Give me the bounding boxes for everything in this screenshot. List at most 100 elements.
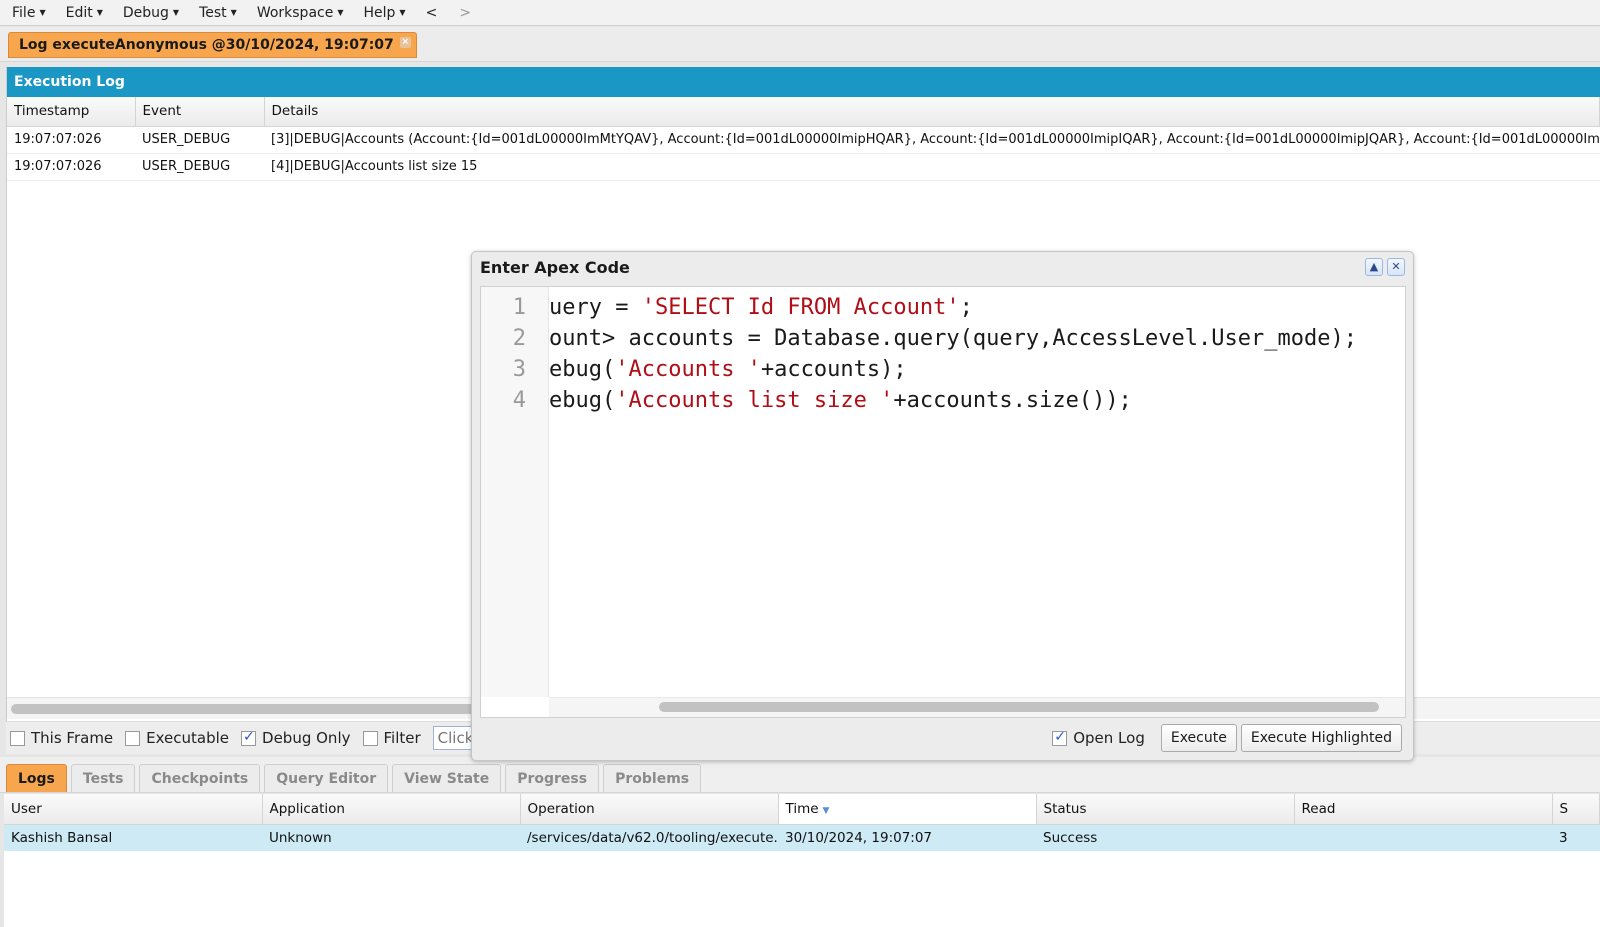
code-content[interactable]: uery = 'SELECT Id FROM Account'; ount> ac…: [549, 292, 1357, 416]
close-icon[interactable]: ✕: [1387, 258, 1405, 276]
tab-logs[interactable]: Logs: [6, 764, 67, 792]
menu-debug[interactable]: Debug ▼: [123, 5, 179, 21]
checkbox-open-log[interactable]: [1052, 729, 1068, 746]
caret-down-icon: ▼: [399, 8, 406, 17]
menu-edit[interactable]: Edit ▼: [66, 5, 103, 21]
debug-only-checkbox[interactable]: Debug Only: [241, 729, 351, 747]
column-header-operation[interactable]: Operation: [520, 794, 779, 825]
tab-problems[interactable]: Problems: [603, 764, 702, 792]
string-literal: 'Accounts list size ': [615, 388, 894, 413]
filter-label: Filter: [383, 729, 421, 747]
menu-file-label: File: [12, 4, 36, 21]
tab-checkpoints[interactable]: Checkpoints: [139, 764, 261, 792]
debug-only-label: Debug Only: [262, 729, 351, 747]
executable-checkbox[interactable]: Executable: [125, 729, 229, 747]
code-editor[interactable]: 1 2 3 4 uery = 'SELECT Id FROM Account';…: [480, 286, 1406, 718]
time-header-label: Time: [785, 800, 819, 817]
tab-tests[interactable]: Tests: [70, 764, 136, 792]
forward-button[interactable]: >: [459, 5, 471, 21]
open-log-checkbox[interactable]: Open Log: [1052, 729, 1145, 747]
caret-down-icon: ▼: [337, 8, 344, 17]
execute-button[interactable]: Execute: [1160, 724, 1237, 752]
editor-horizontal-scrollbar[interactable]: [549, 697, 1405, 717]
dialog-title: Enter Apex Code: [480, 258, 630, 277]
tab-progress[interactable]: Progress: [505, 764, 600, 792]
dialog-footer: Open Log Execute Execute Highlighted: [480, 722, 1406, 754]
editor-scrollbar-thumb[interactable]: [659, 702, 1379, 712]
open-log-label: Open Log: [1073, 729, 1145, 747]
code-line: ebug('Accounts '+accounts);: [549, 354, 1357, 385]
horizontal-scrollbar-thumb[interactable]: [11, 704, 481, 714]
checkbox-debug-only[interactable]: [241, 729, 257, 746]
checkbox-this-frame[interactable]: [10, 730, 25, 746]
read-cell: [1294, 824, 1552, 851]
table-row[interactable]: 19:07:07:026 USER_DEBUG [4]|DEBUG|Accoun…: [7, 153, 1600, 181]
column-header-event[interactable]: Event: [135, 97, 265, 127]
line-number: 1: [512, 295, 526, 320]
menu-debug-label: Debug: [122, 4, 169, 21]
size-cell: 3: [1552, 824, 1600, 851]
tab-query-editor[interactable]: Query Editor: [264, 764, 389, 792]
bottom-tab-bar: Logs Tests Checkpoints Query Editor View…: [0, 757, 1600, 793]
event-cell: USER_DEBUG: [135, 126, 264, 154]
menu-test[interactable]: Test ▼: [199, 5, 237, 21]
menu-workspace[interactable]: Workspace ▼: [257, 5, 344, 21]
this-frame-label: This Frame: [31, 729, 114, 747]
logs-panel: User Application Operation Time ▼ Status …: [4, 794, 1600, 927]
line-number: 4: [512, 388, 526, 413]
back-button[interactable]: <: [426, 5, 438, 21]
column-header-details[interactable]: Details: [264, 97, 1600, 127]
menu-edit-label: Edit: [65, 4, 93, 21]
menu-bar: File ▼ Edit ▼ Debug ▼ Test ▼ Workspace ▼ Help…: [0, 0, 1600, 26]
close-icon[interactable]: ×: [399, 37, 411, 48]
menu-file[interactable]: File ▼: [12, 5, 46, 21]
column-header-status[interactable]: Status: [1036, 794, 1295, 825]
menu-workspace-label: Workspace: [256, 4, 334, 21]
caret-down-icon: ▼: [39, 8, 46, 17]
sort-descending-icon: ▼: [822, 805, 830, 816]
code-token: ount> accounts = Database.query(query,Ac…: [549, 326, 1357, 351]
executable-label: Executable: [146, 729, 230, 747]
code-line: ebug('Accounts list size '+accounts.size…: [549, 385, 1357, 416]
column-header-application[interactable]: Application: [262, 794, 521, 825]
table-row[interactable]: Kashish Bansal Unknown /services/data/v6…: [4, 824, 1600, 851]
column-header-time[interactable]: Time ▼: [778, 794, 1037, 825]
string-literal: 'SELECT Id FROM Account': [641, 295, 960, 320]
this-frame-checkbox[interactable]: This Frame: [10, 729, 113, 747]
details-cell: [4]|DEBUG|Accounts list size 15: [264, 153, 1600, 181]
menu-test-label: Test: [199, 4, 227, 21]
code-token: uery =: [549, 295, 642, 320]
column-header-user[interactable]: User: [4, 794, 263, 825]
caret-down-icon: ▼: [172, 8, 180, 17]
caret-down-icon: ▼: [96, 8, 103, 17]
column-header-timestamp[interactable]: Timestamp: [7, 97, 136, 127]
code-token: +accounts);: [760, 357, 907, 382]
checkbox-executable[interactable]: [125, 730, 141, 746]
code-line: uery = 'SELECT Id FROM Account';: [549, 292, 1357, 323]
execute-highlighted-button[interactable]: Execute Highlighted: [1240, 724, 1402, 752]
logs-table: User Application Operation Time ▼ Status …: [4, 794, 1600, 851]
menu-help-label: Help: [363, 4, 396, 21]
line-number-gutter: 1 2 3 4: [481, 287, 549, 697]
filter-checkbox[interactable]: Filter: [362, 729, 421, 747]
checkbox-filter[interactable]: [362, 730, 378, 746]
execution-log-title: Execution Log: [7, 67, 1600, 97]
tab-view-state[interactable]: View State: [392, 764, 502, 792]
timestamp-cell: 19:07:07:026: [7, 126, 135, 154]
column-header-size[interactable]: S: [1552, 794, 1600, 825]
string-literal: 'Accounts ': [615, 357, 761, 382]
application-cell: Unknown: [262, 824, 520, 851]
line-number: 2: [512, 326, 526, 351]
timestamp-cell: 19:07:07:026: [7, 153, 135, 181]
event-cell: USER_DEBUG: [135, 153, 264, 181]
column-header-read[interactable]: Read: [1294, 794, 1553, 825]
code-token: ebug(: [549, 388, 616, 413]
collapse-icon[interactable]: ▲: [1365, 258, 1383, 276]
time-cell: 30/10/2024, 19:07:07: [778, 824, 1036, 851]
log-file-tab[interactable]: Log executeAnonymous @30/10/2024, 19:07:…: [8, 32, 417, 58]
code-token: ebug(: [549, 357, 616, 382]
operation-cell: /services/data/v62.0/tooling/execute...: [520, 824, 778, 851]
table-row[interactable]: 19:07:07:026 USER_DEBUG [3]|DEBUG|Accoun…: [7, 126, 1600, 154]
menu-help[interactable]: Help ▼: [364, 5, 406, 21]
user-cell: Kashish Bansal: [4, 824, 262, 851]
